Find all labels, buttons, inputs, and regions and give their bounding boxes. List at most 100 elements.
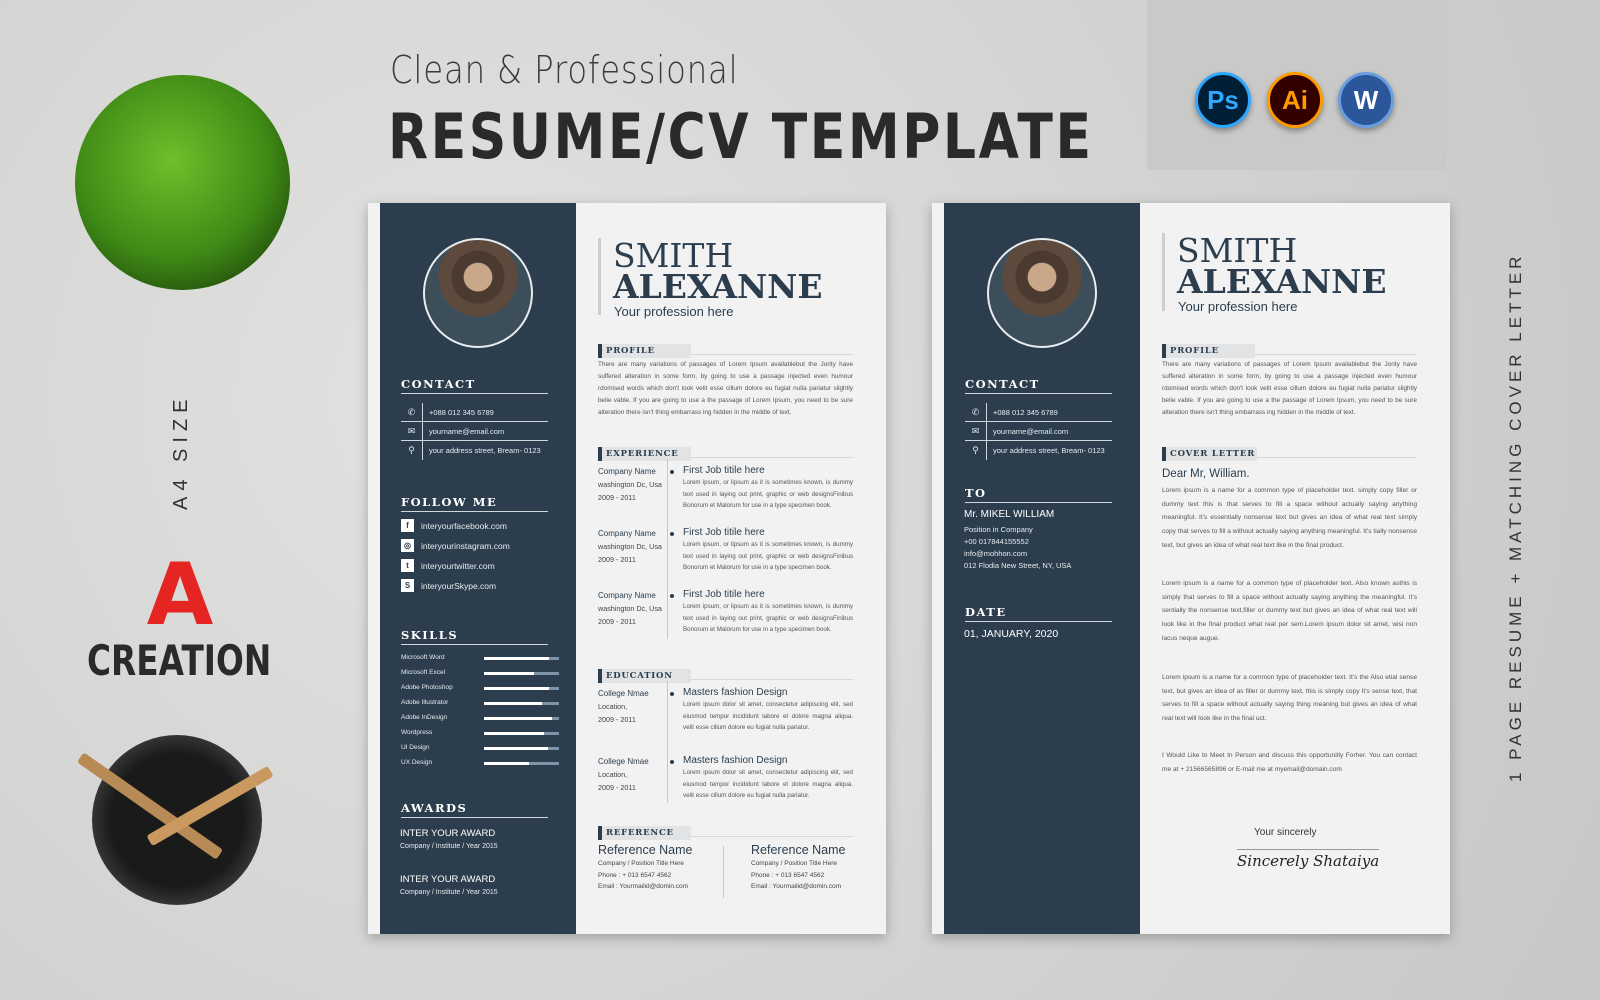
address-text: your address street, Bream- 0123 [429,446,541,455]
letter-paragraph: Lorem ipsum is a name for a common type … [1162,674,1417,723]
reference-phone: Phone : + 013 6547 4562 [598,871,672,879]
skill-item: Wordpress [401,729,559,736]
experience-heading: EXPERIENCE [598,443,853,461]
mail-icon: ✉ [401,421,423,441]
email-text: yourname@email.com [993,426,1069,436]
job-title: First Job titile here [683,527,765,538]
letter-paragraph: I Would Like to Meet In Person and discu… [1162,752,1417,773]
location-icon: ⚲ [965,441,987,460]
experience-company: Company Name washington Dc, Usa 2009 - 201… [598,527,668,566]
skill-name: Microsoft Excel [401,669,446,676]
job-title: First Job titile here [683,589,765,600]
timeline-dot [670,760,674,764]
education-years: 2009 - 2011 [598,715,636,724]
skill-bar [484,702,559,705]
skill-name: Microsoft Word [401,654,445,661]
skill-level [484,672,535,675]
skill-bar [484,687,559,690]
skill-item: Adobe Photoshop [401,684,559,691]
photoshop-icon: Ps [1195,72,1251,128]
profile-heading: PROFILE [1162,340,1417,358]
education-school: College Nmae Location, 2009 - 2011 [598,755,668,794]
date-heading: DATE [965,605,1112,622]
a4-size-label: A4 SIZE [170,393,192,510]
recipient-position: Position in Company [964,525,1033,534]
skill-bar [484,672,559,675]
reference-divider [723,846,724,898]
skill-level [484,747,548,750]
skill-name: Adobe Photoshop [401,684,453,691]
job-description: Lorem ipsum, or lipsum as it is sometime… [683,479,853,509]
illustrator-icon: Ai [1267,72,1323,128]
company-location: washington Dc, Usa [598,542,662,551]
education-description: Lorem ipsum dolor sit amet, consectetur … [683,769,853,799]
letter-paragraph: Lorem ipsum is a name for a common type … [1162,487,1417,549]
last-name: ALEXANNE [1177,262,1387,301]
closing: Your sincerely [1254,827,1317,838]
contact-email: ✉ yourname@email.com [965,421,1112,441]
reference-position: Company / Position Title Here [598,860,684,867]
instagram-icon: ◎ [401,539,414,552]
contact-address: ⚲ your address street, Bream- 0123 [401,441,548,460]
profession: Your profession here [1178,299,1298,314]
cover-letter-page: CONTACT ✆ +088 012 345 6789 ✉ yourname@ema… [932,203,1450,934]
school-name: College Nmae [598,689,649,698]
timeline-dot [670,594,674,598]
profile-text: There are many variations of passages of… [598,361,853,416]
school-location: Location, [598,702,628,711]
degree-title: Masters fashion Design [683,755,788,766]
timeline-dot [670,692,674,696]
education-item: Masters fashion Design Lorem ipsum dolor … [683,687,853,734]
skill-bar [484,762,559,765]
brand-logo-text: CREATION [87,636,272,685]
company-location: washington Dc, Usa [598,480,662,489]
skill-name: Wordpress [401,729,433,736]
social-text: interyourtwitter.com [421,560,495,571]
reference-email: Email : Yourmailid@domin.com [751,883,842,890]
reference-phone: Phone : + 013 6547 4562 [751,871,825,879]
degree-title: Masters fashion Design [683,687,788,698]
skill-level [484,717,552,720]
experience-company: Company Name washington Dc, Usa 2009 - 201… [598,465,668,504]
heading-text: EXPERIENCE [598,447,691,461]
skill-item: Microsoft Excel [401,669,559,676]
name-accent-bar [1162,233,1165,311]
profile-heading: PROFILE [598,340,853,358]
greeting: Dear Mr, William. [1162,468,1250,480]
job-title: First Job titile here [683,465,765,476]
skill-level [484,732,544,735]
skill-level [484,702,542,705]
reference-name: Reference Name [598,843,693,857]
reference-position: Company / Position Title Here [751,860,837,867]
address-text: your address street, Bream- 0123 [993,446,1105,455]
name-accent-bar [598,238,601,315]
word-icon: W [1338,72,1394,128]
skill-bar [484,657,559,660]
plant-image [75,75,290,290]
reference-name: Reference Name [751,843,846,857]
phone-text: +088 012 345 6789 [429,407,494,417]
profile-photo [423,238,533,348]
social-facebook: f interyourfacebook.com [401,519,507,532]
skype-icon: S [401,579,414,592]
award-subtitle: Company / Institute / Year 2015 [400,889,498,896]
page-title: RESUME/CV TEMPLATE [388,100,1094,173]
recipient-email: info@mohhon.com [964,549,1028,558]
education-item: Masters fashion Design Lorem ipsum dolor … [683,755,853,802]
recipient-phone: +00 017844155552 [964,537,1029,546]
software-icons-panel: Ps Ai W [1147,0,1447,170]
contact-phone: ✆ +088 012 345 6789 [401,402,548,422]
profession: Your profession here [614,304,734,319]
experience-item: First Job titile here Lorem ipsum, or lip… [683,465,853,512]
contact-phone: ✆ +088 012 345 6789 [965,402,1112,422]
signature: Sincerely Shataiya [1237,849,1380,870]
contact-address: ⚲ your address street, Bream- 0123 [965,441,1112,460]
contact-heading: CONTACT [401,377,548,394]
skill-level [484,657,550,660]
company-location: washington Dc, Usa [598,604,662,613]
experience-item: First Job titile here Lorem ipsum, or lip… [683,589,853,636]
phone-text: +088 012 345 6789 [993,407,1058,417]
profile-photo [987,238,1097,348]
education-heading: EDUCATION [598,665,853,683]
facebook-icon: f [401,519,414,532]
